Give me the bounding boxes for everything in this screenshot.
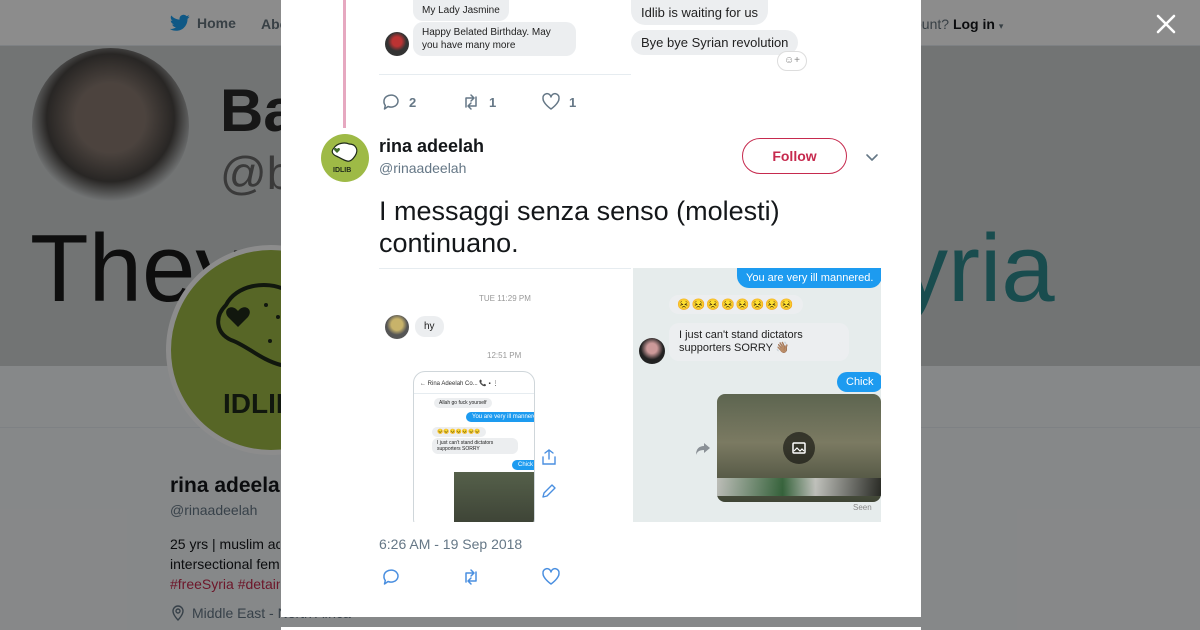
phone-bubble-3: I just can't stand dictators supporters … — [432, 438, 518, 454]
phone-emoji-row: 😣😣😣😣😣😣😣 — [432, 427, 486, 437]
media-screenshot-left[interactable]: TUE 11:29 PM hy 12:51 PM ← Rina Adeelah … — [379, 268, 631, 522]
chat-time-2: 12:51 PM — [487, 351, 522, 360]
tweet-timestamp[interactable]: 6:26 AM - 19 Sep 2018 — [379, 536, 522, 552]
chat-bubble-chick: Chick — [837, 372, 881, 392]
prev-left-bubble-1: My Lady Jasmine — [413, 0, 509, 21]
reply-count: 2 — [409, 94, 417, 110]
tweet-avatar-text: IDLIB — [333, 167, 352, 174]
chat-bubble-hy: hy — [415, 316, 444, 337]
forward-arrow-icon — [696, 443, 710, 455]
phone-bubble-1: Allah go fuck yourself — [434, 398, 492, 408]
reply-icon — [383, 94, 399, 110]
close-icon — [1156, 14, 1176, 34]
chat-emoji-row: 😣😣😣😣😣😣😣😣 — [669, 295, 803, 314]
close-button[interactable] — [1152, 10, 1180, 38]
tweet-menu-caret[interactable] — [864, 149, 880, 165]
heart-icon — [542, 568, 560, 585]
tweet-media[interactable]: TUE 11:29 PM hy 12:51 PM ← Rina Adeelah … — [379, 268, 881, 522]
previous-media-left: My Lady Jasmine Happy Belated Birthday. … — [379, 0, 631, 75]
edit-pencil-icon — [542, 484, 556, 498]
phone-soldiers-image — [454, 472, 534, 522]
reply-action[interactable] — [381, 567, 461, 587]
prev-left-bubble-2: Happy Belated Birthday. May you have man… — [413, 22, 576, 56]
soldiers-photo[interactable] — [717, 394, 881, 502]
chat-time-1: TUE 11:29 PM — [479, 294, 531, 303]
like-action[interactable]: 1 — [541, 92, 621, 112]
chat-contact-avatar — [639, 338, 665, 364]
chevron-down-icon — [866, 154, 878, 161]
reply-action[interactable]: 2 — [381, 92, 461, 112]
tweet-author-avatar[interactable]: IDLIB — [321, 134, 369, 182]
retweet-action[interactable]: 1 — [461, 92, 541, 112]
phone-bubble-4: Chick — [512, 460, 534, 470]
reply-icon — [383, 569, 399, 585]
share-icon — [542, 449, 556, 465]
like-count: 1 — [569, 94, 577, 110]
prev-right-bubble-1: Idlib is waiting for us — [631, 0, 769, 25]
media-screenshot-right[interactable]: You are very ill mannered. 😣😣😣😣😣😣😣😣 I ju… — [633, 268, 881, 522]
retweet-icon — [465, 569, 477, 585]
previous-tweet-actions: 2 1 1 — [381, 92, 621, 112]
prev-sender-avatar — [385, 32, 409, 56]
chat-sender-avatar — [385, 315, 409, 339]
thread-connector-line — [343, 0, 346, 128]
tweet-text: I messaggi senza senso (molesti) continu… — [379, 196, 780, 258]
image-icon — [783, 432, 815, 464]
seen-indicator: Seen — [853, 503, 872, 512]
heart-icon — [542, 93, 560, 110]
retweet-action[interactable] — [461, 567, 541, 587]
chat-bubble-dictators: I just can't stand dictators supporters … — [669, 323, 849, 361]
tweet-author-handle[interactable]: @rinaadeelah — [379, 160, 466, 176]
flag-on-ground — [717, 478, 881, 496]
phone-header: ← Rina Adeelah Co... 📞 ▪ ⋮ — [414, 372, 534, 394]
tweet-modal: My Lady Jasmine Happy Belated Birthday. … — [281, 0, 921, 617]
phone-bubble-2: You are very ill mannered — [466, 412, 534, 422]
idlib-map-logo-icon — [331, 142, 358, 162]
retweet-icon — [465, 94, 477, 110]
tweet-author-name[interactable]: rina adeelah — [379, 136, 484, 157]
like-action[interactable] — [541, 567, 621, 587]
previous-tweet-media[interactable]: My Lady Jasmine Happy Belated Birthday. … — [379, 0, 881, 75]
add-reaction-icon: ☺+ — [777, 51, 807, 71]
embedded-phone-screenshot: ← Rina Adeelah Co... 📞 ▪ ⋮ Allah go fuck… — [413, 371, 535, 522]
chat-bubble-ill-mannered: You are very ill mannered. — [737, 268, 881, 288]
tweet-actions — [381, 567, 621, 587]
phone-header-title: Rina Adeelah Co... — [427, 381, 478, 387]
follow-button[interactable]: Follow — [742, 138, 847, 174]
retweet-count: 1 — [489, 94, 497, 110]
previous-media-right: Idlib is waiting for us Bye bye Syrian r… — [631, 0, 881, 75]
prev-right-bubble-2: Bye bye Syrian revolution — [631, 30, 799, 55]
